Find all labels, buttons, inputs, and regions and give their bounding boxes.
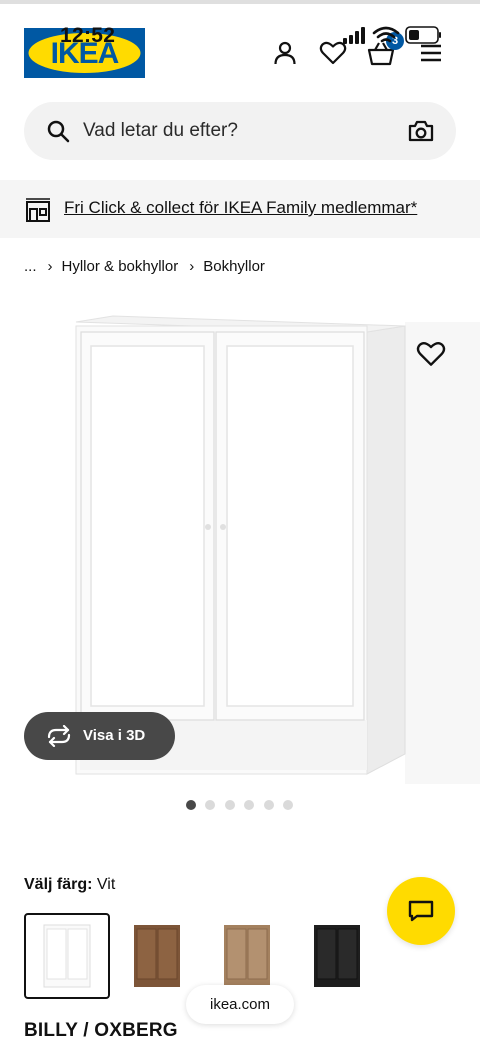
product-title: BILLY / OXBERG xyxy=(24,1020,178,1041)
color-swatch-walnut[interactable] xyxy=(114,913,200,999)
color-swatch-white[interactable] xyxy=(24,913,110,999)
status-time: 12:52 xyxy=(60,24,116,47)
breadcrumb-item-bookcases[interactable]: Bokhyllor xyxy=(203,258,265,275)
battery-icon xyxy=(405,26,441,44)
chat-icon xyxy=(408,900,434,922)
carousel-dot[interactable] xyxy=(205,800,216,810)
promo-banner[interactable]: Fri Click & collect för IKEA Family medl… xyxy=(0,180,480,238)
rotate-3d-icon xyxy=(47,725,71,747)
carousel-dot[interactable] xyxy=(244,800,255,810)
image-carousel-indicator xyxy=(186,799,302,811)
carousel-dot[interactable] xyxy=(263,800,274,810)
add-to-favourites-button[interactable] xyxy=(416,340,446,368)
color-swatch-black[interactable] xyxy=(294,913,380,999)
heart-icon xyxy=(416,342,446,366)
browser-url-pill[interactable]: ikea.com xyxy=(186,985,294,1024)
color-selector-label: Välj färg: Vit xyxy=(24,876,115,894)
carousel-dot[interactable] xyxy=(186,800,196,810)
color-label-prefix: Välj färg: xyxy=(24,876,93,893)
selected-color-value: Vit xyxy=(96,876,116,893)
carousel-dot[interactable] xyxy=(224,800,235,810)
account-button[interactable] xyxy=(270,38,300,68)
wifi-icon xyxy=(372,26,400,43)
camera-icon[interactable] xyxy=(408,119,434,143)
breadcrumb-item-shelves[interactable]: Hyllor & bokhyllor xyxy=(62,258,179,275)
breadcrumb: ... › Hyllor & bokhyllor › Bokhyllor xyxy=(24,256,265,276)
chevron-right-icon: › xyxy=(189,257,195,275)
carousel-dot[interactable] xyxy=(282,800,293,810)
user-icon xyxy=(274,41,296,65)
view-3d-button[interactable]: Visa i 3D xyxy=(24,712,175,760)
search-icon xyxy=(47,120,70,143)
search-input[interactable]: Vad letar du efter? xyxy=(83,120,238,142)
top-divider xyxy=(0,0,480,4)
search-bar[interactable]: Vad letar du efter? xyxy=(24,102,456,160)
chevron-right-icon: › xyxy=(47,257,53,275)
chat-button[interactable] xyxy=(387,877,455,945)
status-icons xyxy=(343,24,443,50)
view-3d-label: Visa i 3D xyxy=(83,727,146,744)
store-icon xyxy=(26,198,50,222)
promo-link[interactable]: Fri Click & collect för IKEA Family medl… xyxy=(64,198,417,218)
breadcrumb-ellipsis[interactable]: ... xyxy=(24,258,37,275)
cellular-signal-icon xyxy=(343,27,365,44)
